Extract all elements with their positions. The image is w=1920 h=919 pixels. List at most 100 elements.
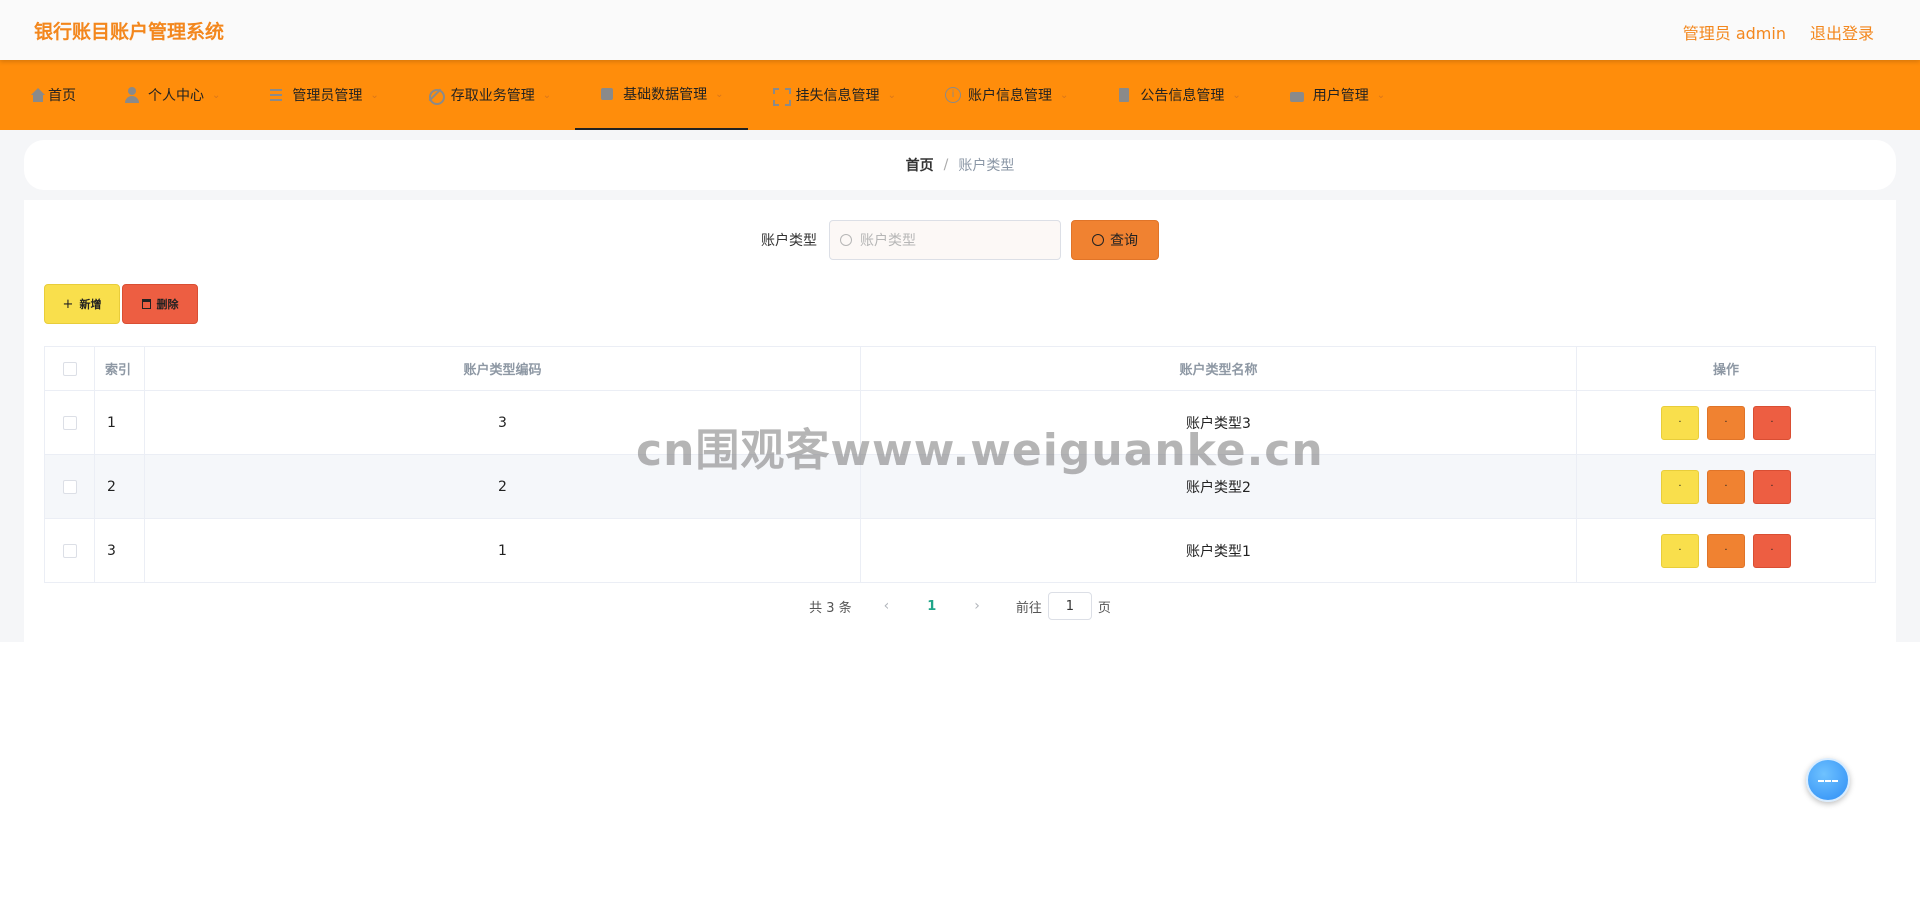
search-button[interactable]: 查询 — [1071, 220, 1159, 260]
chevron-down-icon: ⌄ — [370, 89, 379, 101]
chevron-down-icon: ⌄ — [1232, 89, 1241, 101]
edit-button[interactable]: · — [1707, 469, 1745, 504]
row-ops: · · · — [1576, 390, 1876, 455]
chevron-down-icon: ⌄ — [212, 89, 221, 101]
nav-item-loss-report-management[interactable]: 挂失信息管理 ⌄ — [748, 60, 920, 130]
page-number-current[interactable]: 1 — [903, 599, 960, 614]
page-suffix: 页 — [1097, 600, 1111, 616]
nav-item-deposit-management[interactable]: 存取业务管理 ⌄ — [403, 60, 575, 130]
nav-item-home[interactable]: 首页 — [0, 60, 100, 130]
nav-item-notice-management[interactable]: 公告信息管理 ⌄ — [1092, 60, 1264, 130]
top-header: 银行账目账户管理系统 管理员 admin 退出登录 — [0, 0, 1920, 60]
edit-button[interactable]: · — [1707, 533, 1745, 568]
table-row: 2 2 账户类型2 · · · — [44, 454, 1876, 519]
nav-item-personal-center[interactable]: 个人中心 ⌄ — [100, 60, 244, 130]
main-nav: 首页 个人中心 ⌄ 管理员管理 ⌄ 存取业务管理 ⌄ 基础数据管理 ⌄ 挂失信息… — [0, 60, 1920, 130]
logout-link[interactable]: 退出登录 — [1810, 20, 1874, 44]
frame-icon — [772, 87, 791, 106]
row-index: 2 — [94, 454, 145, 519]
row-index: 3 — [94, 518, 145, 583]
edit-button[interactable]: · — [1707, 405, 1745, 440]
row-name: 账户类型1 — [860, 518, 1577, 583]
search-input[interactable]: 账户类型 — [829, 220, 1061, 260]
pagination: 共 3 条 ‹ 1 › 前往 页 — [24, 592, 1896, 620]
nav-item-user-management[interactable]: 用户管理 ⌄ — [1265, 60, 1409, 130]
chevron-down-icon: ⌄ — [1376, 89, 1386, 101]
nav-item-label: 挂失信息管理 — [795, 88, 880, 104]
row-delete-button[interactable]: · — [1753, 533, 1791, 568]
nav-item-label: 个人中心 — [148, 88, 204, 104]
row-select-cell — [44, 390, 95, 455]
row-delete-button[interactable]: · — [1753, 469, 1791, 504]
row-ops: · · · — [1576, 518, 1876, 583]
goto-page-input[interactable] — [1047, 592, 1092, 620]
trash-icon — [141, 299, 151, 309]
nav-item-label: 存取业务管理 — [450, 88, 535, 104]
box-icon — [599, 86, 615, 102]
view-button[interactable]: · — [1661, 469, 1699, 504]
info-icon — [944, 87, 961, 103]
admin-user-link[interactable]: 管理员 admin — [1683, 20, 1786, 44]
search-label: 账户类型 — [761, 233, 817, 249]
nav-item-label: 账户信息管理 — [967, 88, 1052, 104]
delete-button[interactable]: 删除 — [122, 284, 198, 324]
next-page-icon[interactable]: › — [960, 598, 994, 614]
table-header-row: 索引 账户类型编码 账户类型名称 操作 — [44, 346, 1876, 391]
row-checkbox[interactable] — [62, 479, 77, 494]
prev-page-icon[interactable]: ‹ — [870, 598, 904, 614]
search-placeholder: 账户类型 — [860, 233, 916, 249]
select-all-checkbox[interactable] — [62, 361, 77, 376]
nav-item-label: 管理员管理 — [292, 88, 363, 104]
row-code: 3 — [144, 390, 861, 455]
nav-item-account-info-management[interactable]: 账户信息管理 ⌄ — [920, 60, 1092, 130]
header-code: 账户类型编码 — [144, 346, 861, 391]
floating-action-button[interactable] — [1806, 758, 1850, 802]
bell-off-icon — [427, 87, 445, 105]
row-checkbox[interactable] — [62, 543, 77, 558]
delete-button-label: 删除 — [156, 298, 179, 311]
pagination-total: 共 3 条 — [809, 600, 852, 616]
user-icon — [124, 87, 140, 103]
search-icon — [840, 234, 852, 246]
chevron-down-icon: ⌄ — [1059, 89, 1069, 101]
breadcrumb-current: 账户类型 — [958, 158, 1015, 174]
row-select-cell — [44, 454, 95, 519]
list-icon — [268, 87, 284, 103]
select-all-cell — [44, 346, 95, 391]
nav-item-admin-management[interactable]: 管理员管理 ⌄ — [244, 60, 402, 130]
chevron-down-icon: ⌄ — [715, 88, 724, 100]
add-button-label: 新增 — [79, 298, 102, 311]
add-button[interactable]: + 新增 — [44, 284, 120, 324]
search-button-label: 查询 — [1110, 233, 1138, 249]
header-ops: 操作 — [1576, 346, 1876, 391]
header-index: 索引 — [94, 346, 145, 391]
breadcrumb-separator: / — [943, 157, 949, 173]
row-ops: · · · — [1576, 454, 1876, 519]
row-select-cell — [44, 518, 95, 583]
row-name: 账户类型2 — [860, 454, 1577, 519]
row-name: 账户类型3 — [860, 390, 1577, 455]
row-code: 1 — [144, 518, 861, 583]
chevron-down-icon: ⌄ — [542, 89, 552, 101]
table-row: 3 1 账户类型1 · · · — [44, 518, 1876, 583]
view-button[interactable]: · — [1661, 405, 1699, 440]
nav-item-base-data-management[interactable]: 基础数据管理 ⌄ — [575, 60, 748, 130]
home-icon — [24, 87, 45, 103]
row-delete-button[interactable]: · — [1753, 405, 1791, 440]
plus-icon: + — [62, 296, 74, 312]
view-button[interactable]: · — [1661, 533, 1699, 568]
clipboard-icon — [1116, 87, 1132, 103]
main-content: 账户类型 账户类型 查询 + 新增 删除 索引 账户类型编码 账户类型名称 操作 — [24, 200, 1896, 642]
nav-item-label: 用户管理 — [1312, 88, 1369, 104]
search-icon — [1092, 234, 1104, 246]
header-name: 账户类型名称 — [860, 346, 1577, 391]
row-checkbox[interactable] — [62, 415, 77, 430]
nav-item-label: 首页 — [48, 88, 76, 104]
breadcrumb: 首页 / 账户类型 — [24, 140, 1896, 190]
nav-item-label: 基础数据管理 — [623, 87, 708, 103]
nav-item-label: 公告信息管理 — [1140, 88, 1225, 104]
search-form: 账户类型 账户类型 查询 — [24, 220, 1896, 260]
breadcrumb-home[interactable]: 首页 — [906, 155, 934, 175]
action-bar: + 新增 删除 — [44, 284, 198, 324]
table-row: 1 3 账户类型3 · · · — [44, 390, 1876, 455]
